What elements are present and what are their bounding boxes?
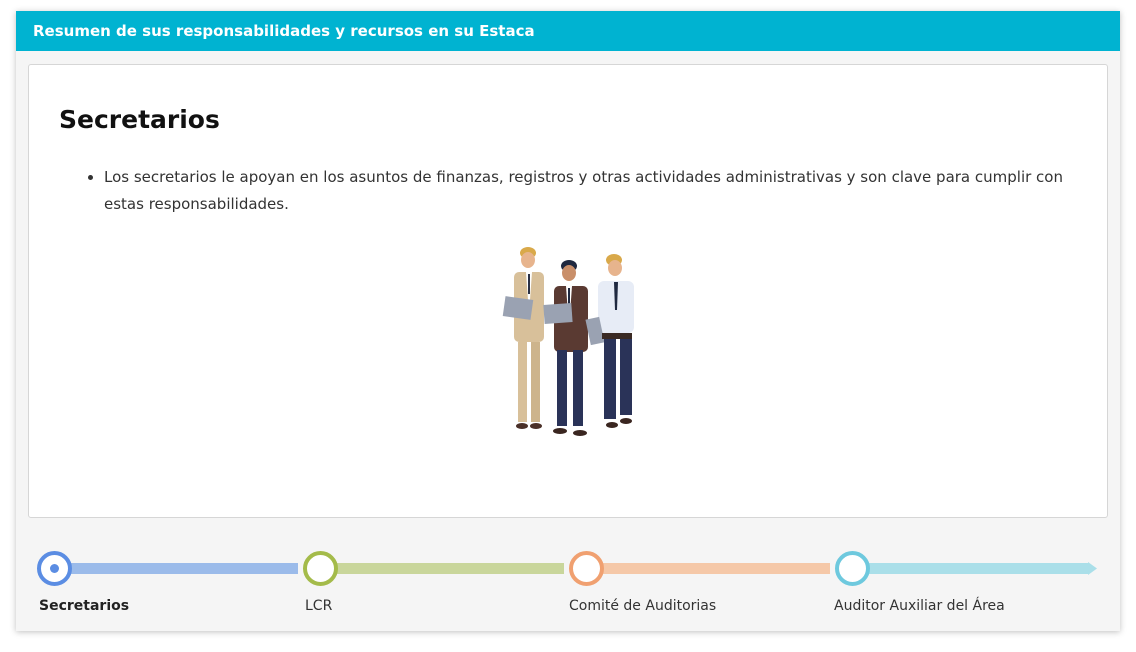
progress-segment-4 [858,563,1088,574]
business-team-illustration [502,247,634,436]
section-title: Secretarios [59,105,220,134]
progress-segment-1 [60,563,298,574]
active-dot-icon [50,564,59,573]
arrow-head-icon [1088,562,1097,575]
step-node-lcr[interactable] [303,551,338,586]
bullet-item: Los secretarios le apoyan en los asuntos… [104,164,1094,218]
content-card: Secretarios Los secretarios le apoyan en… [28,64,1108,518]
module-title: Resumen de sus responsabilidades y recur… [33,22,535,40]
step-node-secretarios[interactable] [37,551,72,586]
step-label-auditor[interactable]: Auditor Auxiliar del Área [834,598,1005,614]
step-label-lcr[interactable]: LCR [305,598,332,614]
bullet-list: Los secretarios le apoyan en los asuntos… [74,164,1094,218]
module-header: Resumen de sus responsabilidades y recur… [16,11,1120,51]
progress-segment-3 [592,563,830,574]
step-label-secretarios[interactable]: Secretarios [39,598,129,614]
step-progress: Secretarios LCR Comité de Auditorias Aud… [16,531,1120,631]
man-dark-suit [543,260,588,436]
progress-segment-2 [326,563,564,574]
step-node-auditor[interactable] [835,551,870,586]
man-beige-suit [502,247,544,429]
step-label-comite[interactable]: Comité de Auditorias [569,598,716,614]
module-window: Resumen de sus responsabilidades y recur… [16,11,1120,631]
man-white-shirt [585,254,634,428]
step-node-comite[interactable] [569,551,604,586]
